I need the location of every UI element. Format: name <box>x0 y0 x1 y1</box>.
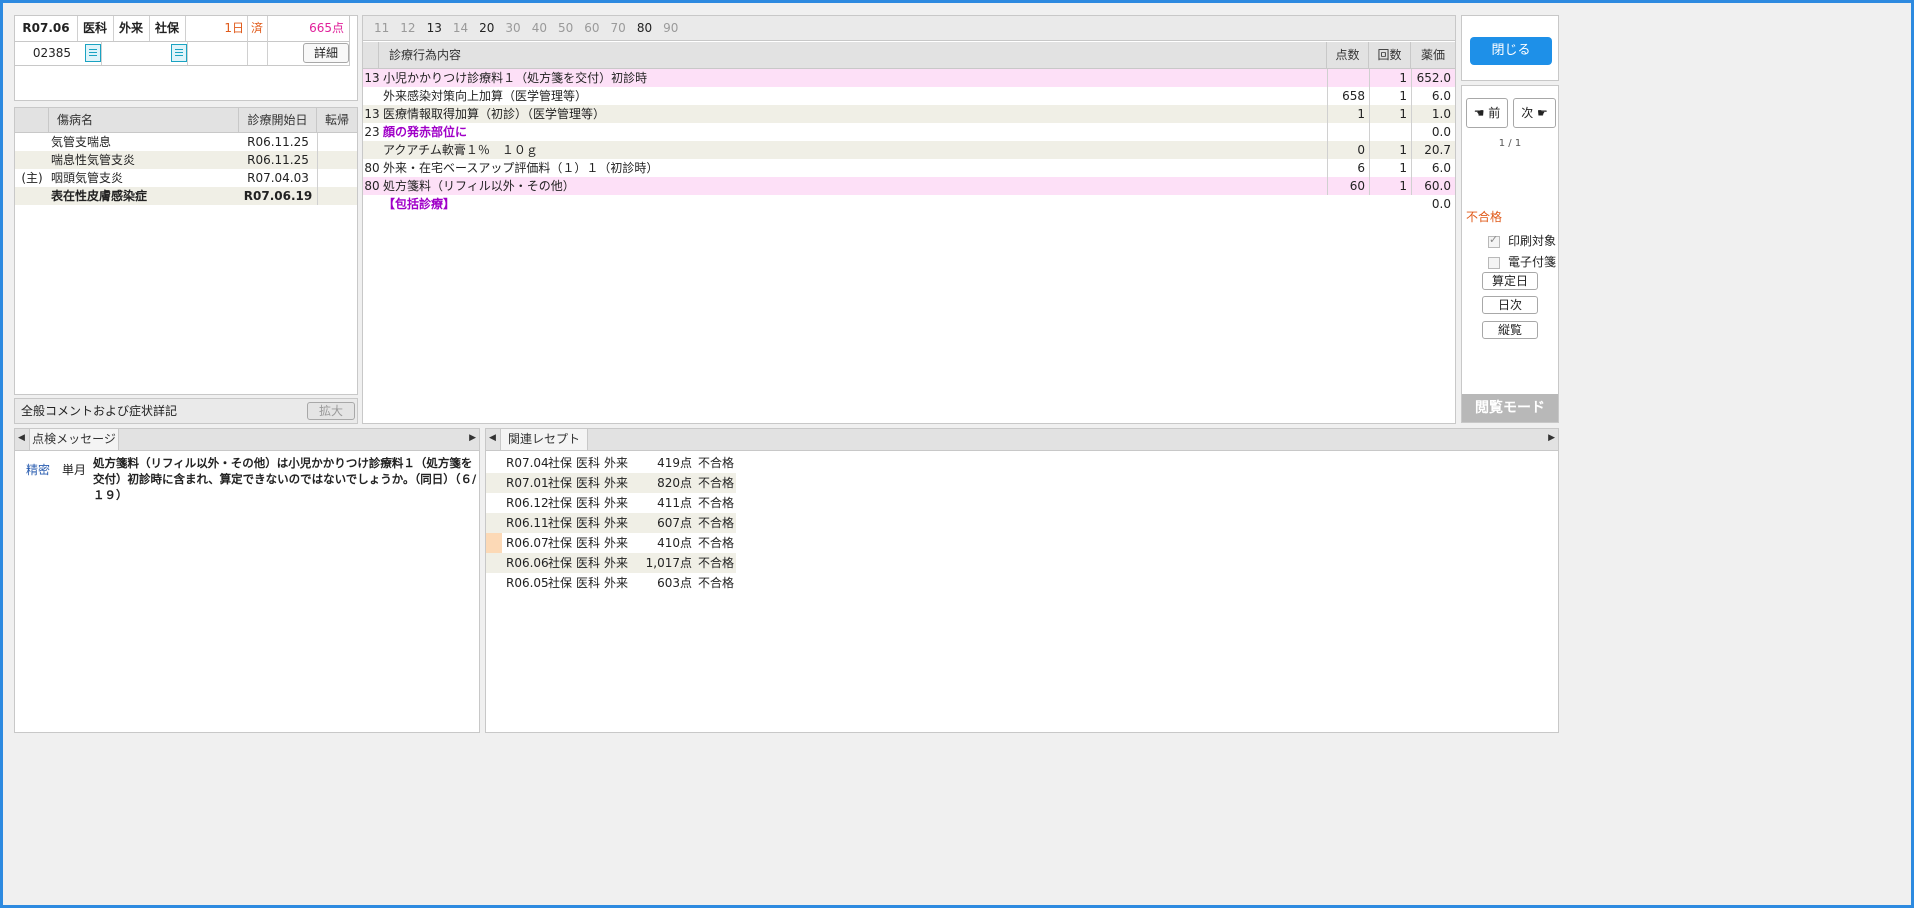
control-panel: ☚ 前 次 ☛ 1 / 1 不合格 印刷対象 電子付箋 算定日 日次 縦覧 閲覧… <box>1461 85 1559 423</box>
receipt-header: R07.06 医科 外来 社保 1日 済 665点 02385 詳細 <box>14 15 358 101</box>
tab-related-receipts[interactable]: 関連レセプト <box>500 429 588 450</box>
patient-number: 02385 <box>32 46 71 60</box>
day-ticks: 11 12 13 14 20 30 40 50 60 70 80 90 <box>363 16 1455 41</box>
col-disease-name[interactable]: 傷病名 <box>49 108 239 132</box>
table-row[interactable]: 気管支喘息 R06.11.25 <box>15 133 357 151</box>
era-month: R07.06 <box>22 21 70 35</box>
table-row[interactable]: R06.06 社保 医科 外来 1,017点 不合格 <box>486 553 736 573</box>
day-tick[interactable]: 50 <box>558 16 573 41</box>
table-row[interactable]: R07.01 社保 医科 外来 820点 不合格 <box>486 473 736 493</box>
insurance-label: 社保 <box>154 21 179 35</box>
day-tick[interactable]: 30 <box>505 16 520 41</box>
vertical-button[interactable]: 縦覧 <box>1482 321 1538 339</box>
day-tick[interactable]: 90 <box>663 16 678 41</box>
table-row[interactable]: 表在性皮膚感染症 R07.06.19 <box>15 187 357 205</box>
tab-check-messages[interactable]: 点検メッセージ <box>29 429 119 450</box>
detail-button[interactable]: 詳細 <box>303 43 349 63</box>
scroll-right-icon[interactable]: ▶ <box>1548 433 1555 443</box>
day-tick[interactable]: 14 <box>453 16 468 41</box>
current-marker <box>486 533 502 553</box>
check-messages-panel: ◀ 点検メッセージ ▶ 精密 単月 処方箋料（リフィル以外・その他）は小児かかり… <box>14 428 480 733</box>
table-row[interactable]: 【包括診療】 0.0 <box>363 195 1455 213</box>
day-tick[interactable]: 11 <box>374 16 389 41</box>
document-icon[interactable] <box>85 44 101 62</box>
table-row[interactable]: アクアチム軟膏１％ １０ｇ 0 1 20.7 <box>363 141 1455 159</box>
day-tick[interactable]: 70 <box>611 16 626 41</box>
scroll-left-icon[interactable]: ◀ <box>18 433 25 443</box>
close-button[interactable]: 閉じる <box>1470 37 1552 65</box>
outpatient-label: 外来 <box>118 21 143 35</box>
related-receipts-panel: ◀ 関連レセプト ▶ R07.04 社保 医科 外来 419点 不合格 R07.… <box>485 428 1559 733</box>
hand-right-icon: ☛ <box>1537 106 1548 120</box>
day-tick[interactable]: 20 <box>479 16 494 41</box>
message-level: 精密 <box>26 463 51 477</box>
comment-bar: 全般コメントおよび症状詳記 拡大 <box>14 398 358 424</box>
scroll-right-icon[interactable]: ▶ <box>469 433 476 443</box>
table-row[interactable]: 喘息性気管支炎 R06.11.25 <box>15 151 357 169</box>
mode-label: 閲覧モード <box>1462 394 1558 422</box>
table-row[interactable]: 23 顔の発赤部位に 0.0 <box>363 123 1455 141</box>
checkbox[interactable] <box>1488 256 1500 269</box>
comment-label: 全般コメントおよび症状詳記 <box>21 404 178 418</box>
col-start-date[interactable]: 診療開始日 <box>239 108 317 132</box>
e-tag-checkbox[interactable]: 電子付箋 <box>1488 253 1556 270</box>
close-area: 閉じる <box>1461 15 1559 81</box>
document-icon[interactable] <box>171 44 187 62</box>
table-row[interactable]: 80 外来・在宅ベースアップ評価料（１）１（初診時） 6 1 6.0 <box>363 159 1455 177</box>
col-count[interactable]: 回数 <box>1369 42 1411 68</box>
table-row[interactable]: 13 医療情報取得加算（初診）（医学管理等） 1 1 1.0 <box>363 105 1455 123</box>
days-count: 1日 <box>224 21 244 35</box>
col-points[interactable]: 点数 <box>1327 42 1369 68</box>
table-row[interactable]: 80 処方箋料（リフィル以外・その他） 60 1 60.0 <box>363 177 1455 195</box>
col-price[interactable]: 薬価 <box>1411 42 1455 68</box>
app-frame: R07.06 医科 外来 社保 1日 済 665点 02385 詳細 傷病名 診… <box>0 0 1914 908</box>
total-points: 665点 <box>309 21 344 35</box>
message-text: 処方箋料（リフィル以外・その他）は小児かかりつけ診療料１（処方箋を交付）初診時に… <box>93 456 477 502</box>
col-treatment-content[interactable]: 診療行為内容 <box>379 42 1327 68</box>
next-button[interactable]: 次 ☛ <box>1513 98 1556 128</box>
checkbox[interactable] <box>1488 233 1500 248</box>
table-row[interactable]: R06.11 社保 医科 外来 607点 不合格 <box>486 513 736 533</box>
day-tick[interactable]: 12 <box>400 16 415 41</box>
hand-left-icon: ☚ <box>1473 106 1485 120</box>
table-row[interactable]: R06.07 社保 医科 外来 410点 不合格 <box>486 533 736 553</box>
scroll-left-icon[interactable]: ◀ <box>489 433 496 443</box>
table-row[interactable]: R06.12 社保 医科 外来 411点 不合格 <box>486 493 736 513</box>
col-outcome[interactable]: 転帰 <box>317 108 357 132</box>
day-tick[interactable]: 40 <box>532 16 547 41</box>
table-row[interactable]: (主) 咽頭気管支炎 R07.04.03 <box>15 169 357 187</box>
table-row[interactable]: 外来感染対策向上加算（医学管理等） 658 1 6.0 <box>363 87 1455 105</box>
message-scope: 単月 <box>62 463 87 477</box>
type-label: 医科 <box>82 21 107 35</box>
day-tick[interactable]: 13 <box>427 16 442 41</box>
status-label: 不合格 <box>1466 210 1503 224</box>
prev-button[interactable]: ☚ 前 <box>1466 98 1508 128</box>
day-tick[interactable]: 80 <box>637 16 652 41</box>
disease-panel: 傷病名 診療開始日 転帰 気管支喘息 R06.11.25 喘息性気管支炎 R06… <box>14 107 358 395</box>
daily-button[interactable]: 日次 <box>1482 296 1538 314</box>
day-tick[interactable]: 60 <box>584 16 599 41</box>
calc-date-button[interactable]: 算定日 <box>1482 272 1538 290</box>
table-row[interactable]: R06.05 社保 医科 外来 603点 不合格 <box>486 573 736 593</box>
expand-button[interactable]: 拡大 <box>307 402 355 420</box>
page-indicator: 1 / 1 <box>1498 138 1522 149</box>
done-badge: 済 <box>250 21 263 35</box>
table-row[interactable]: R07.04 社保 医科 外来 419点 不合格 <box>486 453 736 473</box>
table-row[interactable]: 13 小児かかりつけ診療料１（処方箋を交付）初診時 1 652.0 <box>363 69 1455 87</box>
print-target-checkbox[interactable]: 印刷対象 <box>1488 232 1556 249</box>
treatment-panel: 11 12 13 14 20 30 40 50 60 70 80 90 診療行為内容 点数 回数 薬価… <box>362 15 1456 424</box>
